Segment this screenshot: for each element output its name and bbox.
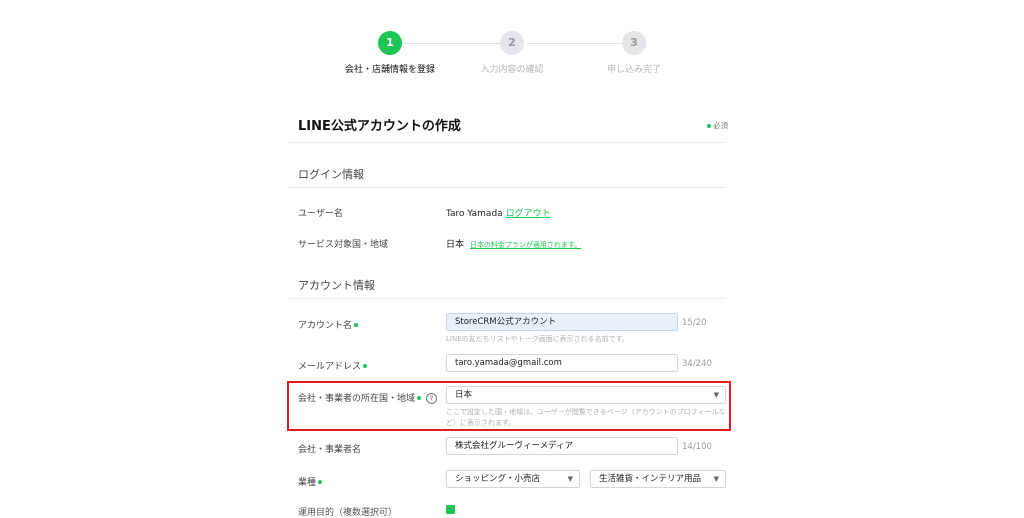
username-label: ユーザー名 [298,209,343,219]
step-2-circle: 2 [500,31,524,55]
industry-main-value: ショッピング・小売店 [455,474,541,484]
account-name-input[interactable]: StoreCRM公式アカウント [446,313,678,331]
required-dot-icon [707,123,711,128]
service-region-label: サービス対象国・地域 [298,240,389,250]
country-select-value: 日本 [455,390,473,400]
country-label: 会社・事業者の所在国・地域? [298,391,438,404]
country-select[interactable]: 日本 ▼ [446,386,726,404]
required-dot-icon [354,323,359,327]
industry-main-select[interactable]: ショッピング・小売店 ▼ [446,470,580,488]
step-connector [526,43,622,44]
help-question-icon[interactable]: ? [426,393,438,404]
username-text: Taro Yamada [446,209,503,219]
account-name-counter: 15/20 [682,318,707,328]
industry-sub-value: 生活雑貨・インテリア用品 [599,474,702,484]
step-connector [404,43,500,44]
divider [288,142,726,143]
username-value: Taro Yamada ログアウト [446,206,551,219]
company-input[interactable]: 株式会社グルーヴィーメディア [446,437,678,455]
chevron-down-icon: ▼ [713,475,719,483]
required-note: 必須 [705,120,728,131]
company-counter: 14/100 [682,442,712,452]
required-dot-icon [417,396,422,400]
chevron-down-icon: ▼ [713,391,719,399]
step-1-label: 会社・店舗情報を登録 [344,65,435,75]
email-counter: 34/240 [682,359,712,369]
step-3-label: 申し込み完了 [606,65,661,75]
step-1-circle: 1 [378,31,402,55]
account-name-help: LINEの友だちリストやトーク画面に表示される名前です。 [446,335,629,343]
step-3-circle: 3 [622,31,646,55]
step-2-label: 入力内容の確認 [480,65,544,75]
page-title: LINE公式アカウントの作成 [298,119,461,134]
logout-link[interactable]: ログアウト [506,209,551,219]
country-help: ここで設定した国・地域は、ユーザーが閲覧できるページ（アカウントのプロフィールな… [446,408,726,427]
divider [288,298,726,299]
email-label: メールアドレス [298,359,369,372]
email-input[interactable]: taro.yamada@gmail.com [446,354,678,372]
service-region-value: 日本 日本の料金プランが適用されます。 [446,237,581,250]
chevron-down-icon: ▼ [567,475,573,483]
purpose-label: 運用目的（複数選択可） [298,508,398,518]
required-dot-icon [363,364,368,368]
divider [288,187,726,188]
service-region-text: 日本 [446,240,465,250]
section-title-account: アカウント情報 [298,279,375,292]
pricing-plan-link[interactable]: 日本の料金プランが適用されます。 [470,241,581,249]
company-label: 会社・事業者名 [298,445,362,455]
industry-sub-select[interactable]: 生活雑貨・インテリア用品 ▼ [590,470,726,488]
industry-label: 業種 [298,475,324,488]
required-dot-icon [318,480,323,484]
account-name-label: アカウント名 [298,318,360,331]
section-title-login: ログイン情報 [298,168,364,181]
